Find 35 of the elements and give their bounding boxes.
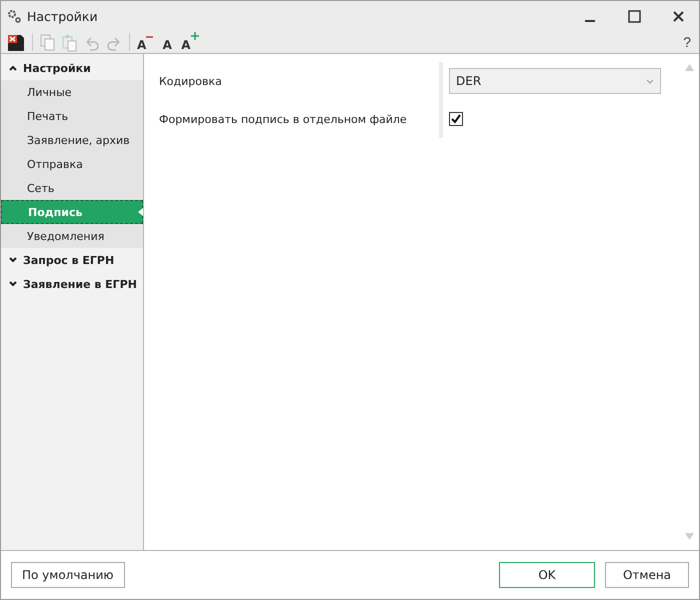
- tree-item[interactable]: Личные: [1, 80, 143, 104]
- checkbox[interactable]: [449, 112, 463, 126]
- font-larger-button[interactable]: A: [179, 32, 201, 52]
- encoding-select[interactable]: DER: [449, 68, 661, 94]
- tree-group[interactable]: Настройки: [1, 56, 143, 80]
- save-error-icon: [7, 34, 25, 52]
- gears-icon: [7, 9, 21, 23]
- dialog-button[interactable]: По умолчанию: [11, 562, 125, 588]
- tree-item[interactable]: Уведомления: [1, 224, 143, 248]
- maximize-icon: [628, 10, 640, 22]
- chevron-down-icon: [646, 78, 654, 84]
- minimize-icon: [585, 20, 595, 22]
- font-smaller-button[interactable]: A: [135, 32, 156, 52]
- tree-item[interactable]: Печать: [1, 104, 143, 128]
- tree-group[interactable]: Запрос в ЕГРН: [1, 248, 143, 272]
- scroll-up-icon[interactable]: [684, 64, 694, 71]
- chevron-down-icon: [9, 281, 17, 287]
- font-normal-button[interactable]: A: [157, 32, 178, 52]
- window-title: Настройки: [27, 8, 99, 24]
- tree-item[interactable]: Сеть: [1, 176, 143, 200]
- dialog-button[interactable]: OK: [499, 562, 595, 588]
- dialog-button[interactable]: Отмена: [605, 562, 689, 588]
- plus-icon: [190, 32, 199, 40]
- tree-item[interactable]: Заявление, архив: [1, 128, 143, 152]
- save-error-button[interactable]: [5, 32, 27, 52]
- help-button[interactable]: ?: [679, 34, 695, 50]
- close-icon: [672, 10, 684, 22]
- setting-label: Кодировка: [158, 74, 223, 88]
- tree-item[interactable]: Отправка: [1, 152, 143, 176]
- chevron-up-icon: [9, 65, 17, 71]
- minus-icon: [146, 36, 154, 38]
- tree-group[interactable]: Заявление в ЕГРН: [1, 272, 143, 296]
- chevron-down-icon: [9, 257, 17, 263]
- scroll-down-icon[interactable]: [684, 533, 694, 540]
- setting-label: Формировать подпись в отдельном файле: [158, 112, 408, 126]
